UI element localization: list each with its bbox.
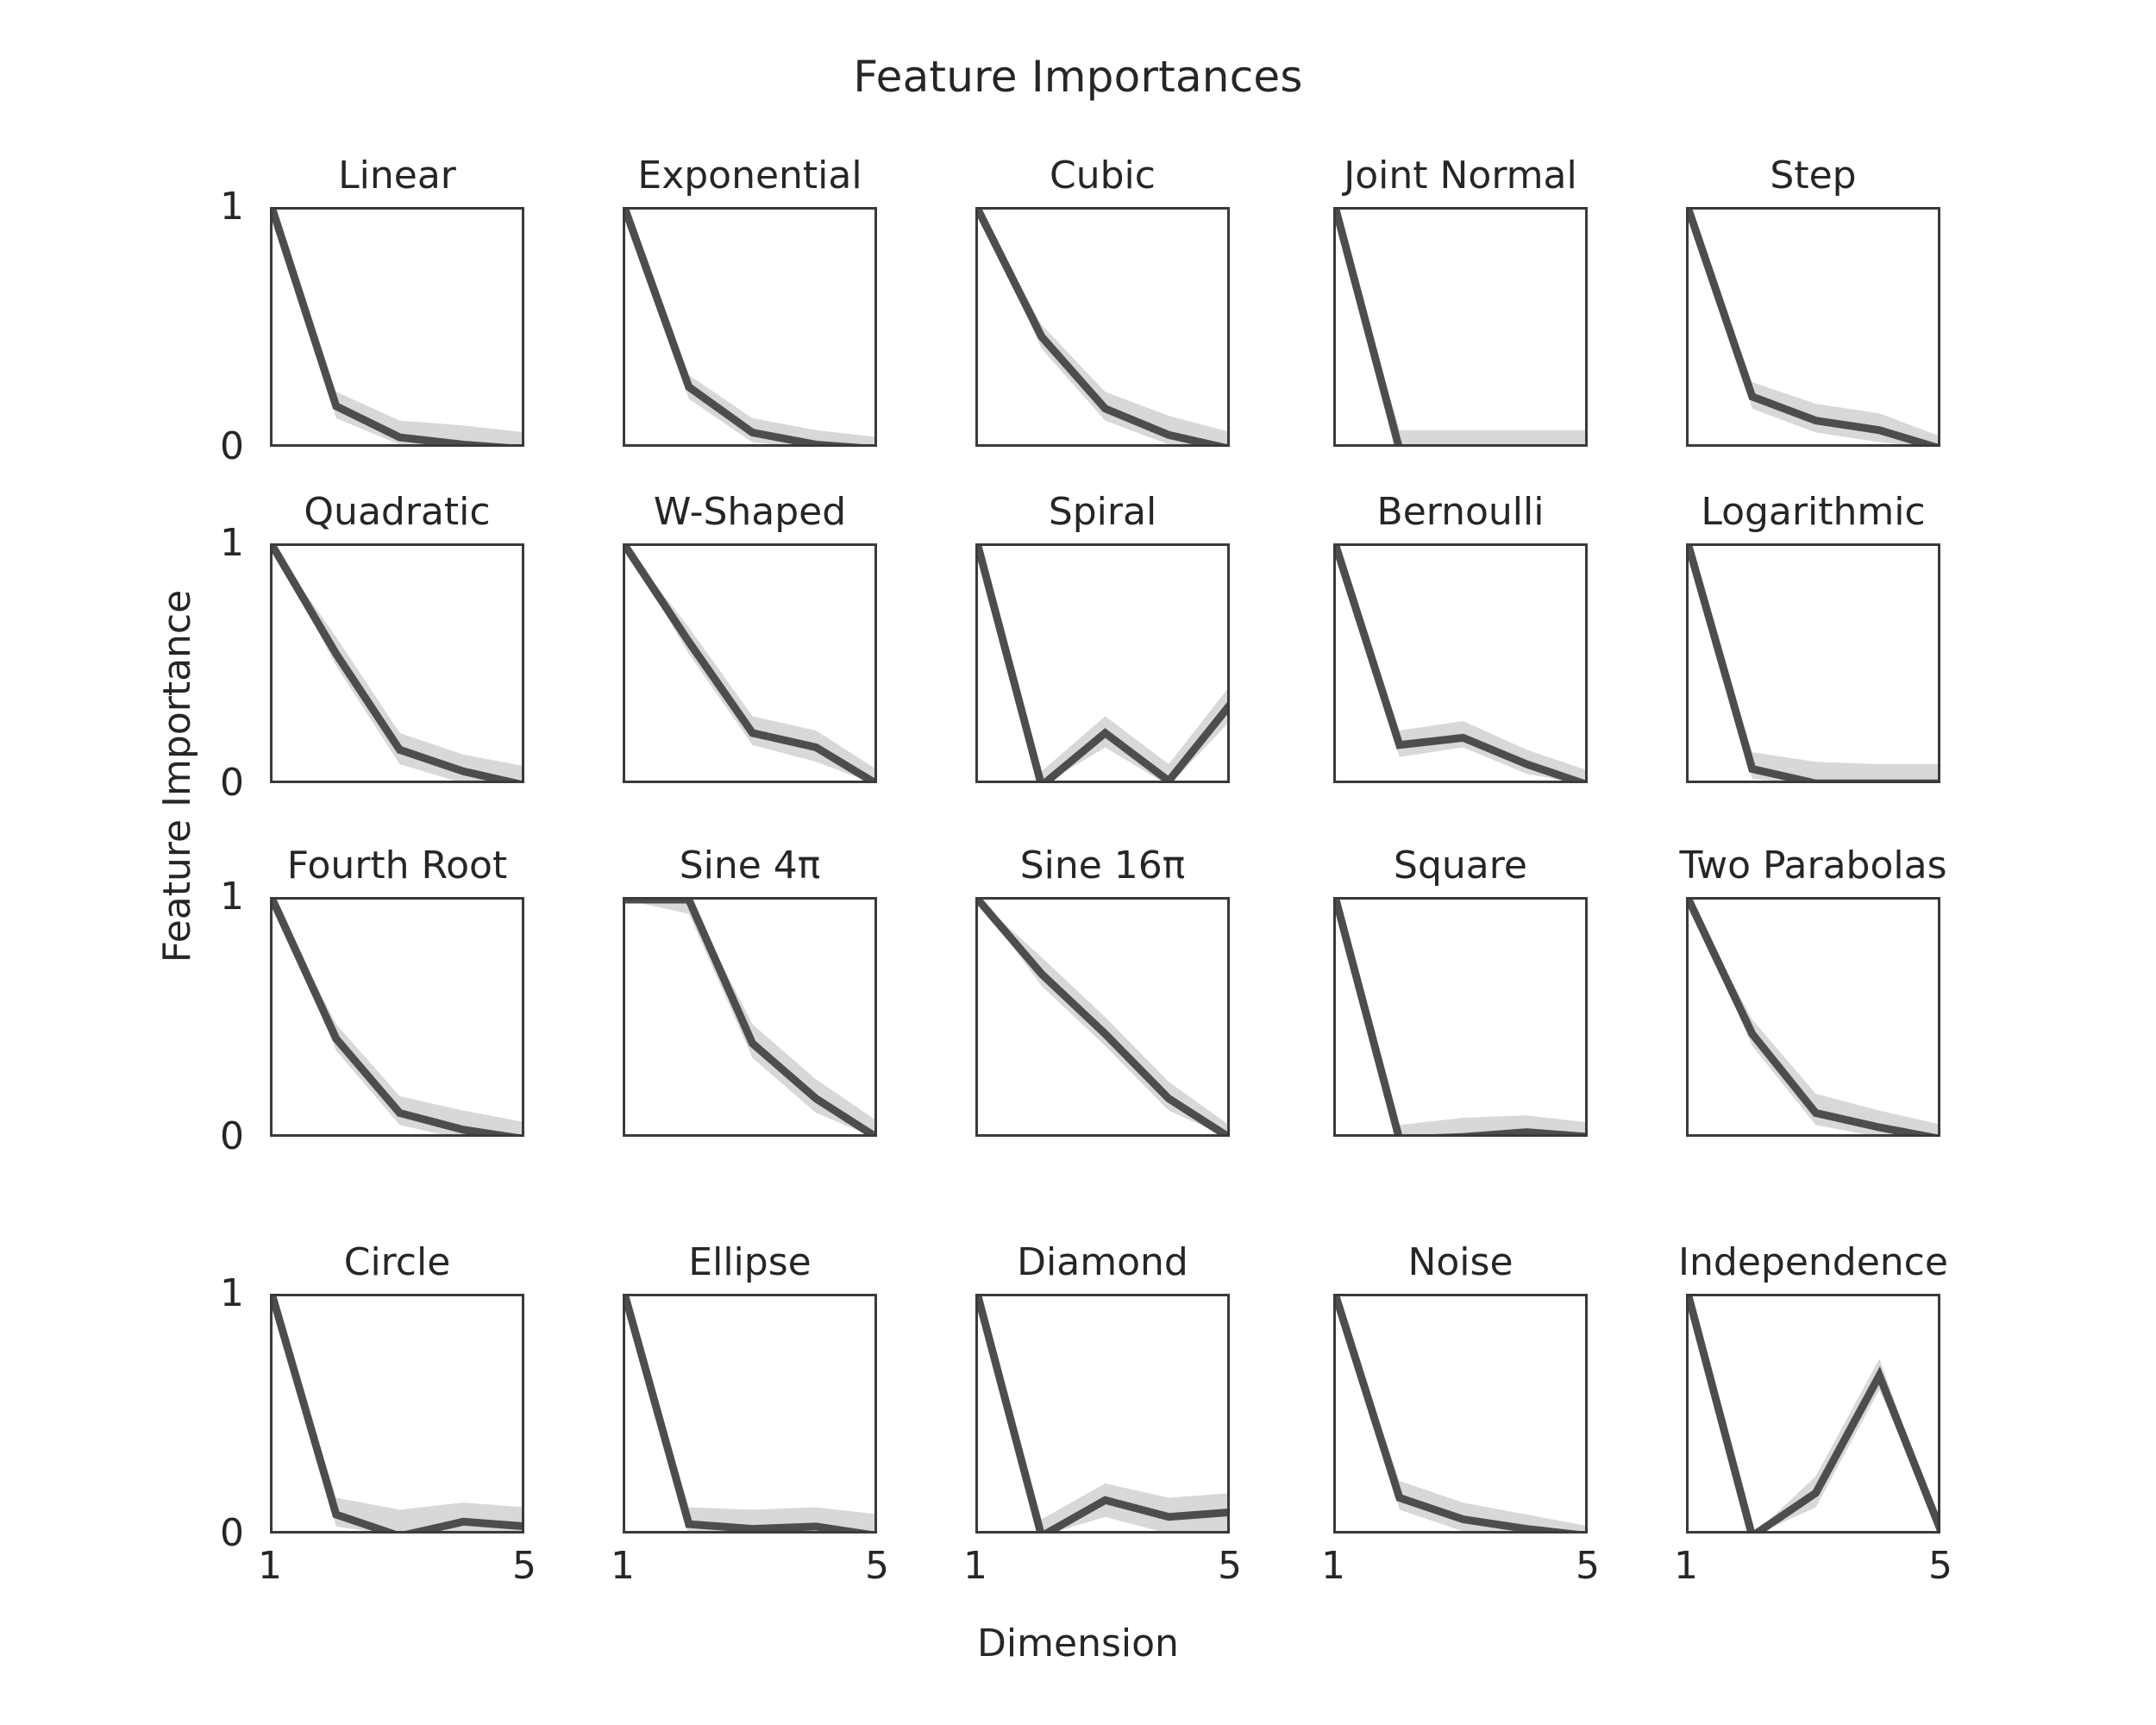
x-tick-label: 5 bbox=[1218, 1544, 1242, 1588]
confidence-band bbox=[1689, 900, 1938, 1134]
x-tick-label: 5 bbox=[512, 1544, 536, 1588]
subplot-title: Logarithmic bbox=[1701, 490, 1926, 534]
y-tick-label: 0 bbox=[220, 1114, 244, 1158]
mean-line bbox=[1336, 210, 1402, 444]
subplot-ellipse bbox=[623, 1294, 877, 1534]
mean-line bbox=[273, 1296, 522, 1531]
mean-line bbox=[625, 210, 863, 444]
subplot-two-parabolas bbox=[1686, 897, 1940, 1137]
subplot-linear bbox=[270, 207, 524, 447]
y-tick-label: 1 bbox=[220, 875, 244, 919]
mean-line bbox=[978, 210, 1227, 444]
subplot-sine-4 bbox=[623, 897, 877, 1137]
confidence-band bbox=[625, 210, 874, 444]
figure-title: Feature Importances bbox=[853, 52, 1303, 102]
subplot-noise bbox=[1333, 1294, 1588, 1534]
subplot-joint-normal bbox=[1333, 207, 1588, 447]
subplot-quadratic bbox=[270, 543, 524, 783]
mean-line bbox=[273, 546, 522, 781]
subplot-title: Independence bbox=[1678, 1240, 1948, 1284]
x-tick-label: 1 bbox=[963, 1544, 987, 1588]
subplot-spiral bbox=[975, 543, 1230, 783]
subplot-exponential bbox=[623, 207, 877, 447]
x-tick-label: 5 bbox=[1576, 1544, 1600, 1588]
x-tick-label: 1 bbox=[1674, 1544, 1698, 1588]
x-tick-label: 1 bbox=[258, 1544, 282, 1588]
subplot-cubic bbox=[975, 207, 1230, 447]
confidence-band bbox=[625, 1296, 874, 1531]
mean-line bbox=[1336, 900, 1585, 1134]
confidence-band bbox=[978, 900, 1227, 1134]
subplot-circle bbox=[270, 1294, 524, 1534]
mean-line bbox=[1336, 546, 1585, 781]
mean-line bbox=[1689, 1296, 1938, 1531]
y-tick-label: 1 bbox=[220, 1271, 244, 1315]
mean-line bbox=[1336, 1296, 1579, 1531]
subplot-fourth-root bbox=[270, 897, 524, 1137]
feature-importances-figure: Feature Importances Feature Importance D… bbox=[0, 0, 2156, 1725]
subplot-bernoulli bbox=[1333, 543, 1588, 783]
x-tick-label: 1 bbox=[611, 1544, 635, 1588]
confidence-band bbox=[1336, 210, 1585, 444]
mean-line bbox=[273, 210, 511, 444]
confidence-band bbox=[625, 900, 874, 1134]
subplot-step bbox=[1686, 207, 1940, 447]
subplot-title: Two Parabolas bbox=[1679, 844, 1947, 888]
subplot-sine-16 bbox=[975, 897, 1230, 1137]
y-tick-label: 0 bbox=[220, 424, 244, 468]
mean-line bbox=[625, 1296, 872, 1531]
subplot-logarithmic bbox=[1686, 543, 1940, 783]
x-tick-label: 1 bbox=[1321, 1544, 1345, 1588]
subplot-w-shaped bbox=[623, 543, 877, 783]
subplot-square bbox=[1333, 897, 1588, 1137]
subplot-independence bbox=[1686, 1294, 1940, 1534]
x-tick-label: 5 bbox=[865, 1544, 889, 1588]
confidence-band bbox=[273, 900, 522, 1134]
y-tick-label: 0 bbox=[220, 761, 244, 805]
subplot-diamond bbox=[975, 1294, 1230, 1534]
x-axis-label: Dimension bbox=[977, 1622, 1179, 1665]
x-tick-label: 5 bbox=[1928, 1544, 1952, 1588]
y-tick-label: 1 bbox=[220, 185, 244, 229]
mean-line bbox=[1689, 546, 1938, 781]
confidence-band bbox=[625, 546, 874, 781]
y-tick-label: 1 bbox=[220, 521, 244, 565]
subplot-title: Step bbox=[1770, 154, 1857, 198]
confidence-band bbox=[1336, 900, 1585, 1134]
